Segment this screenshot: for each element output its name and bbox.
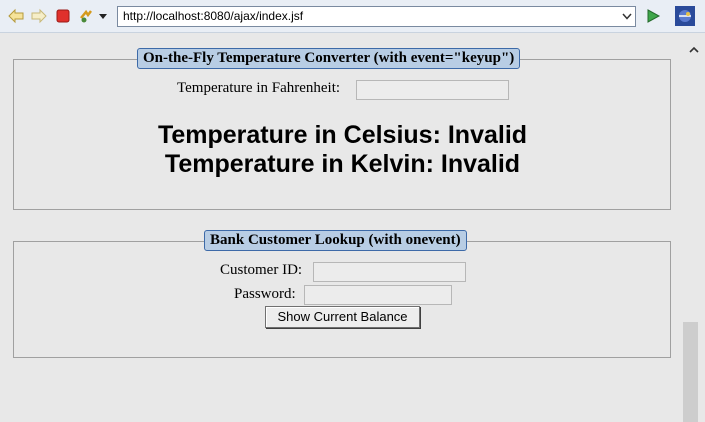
show-balance-button[interactable]: Show Current Balance xyxy=(265,306,420,328)
back-arrow-icon[interactable] xyxy=(8,8,24,24)
bank-legend: Bank Customer Lookup (with onevent) xyxy=(204,230,467,251)
go-play-icon[interactable] xyxy=(645,8,661,24)
stop-icon[interactable] xyxy=(55,8,71,24)
fahrenheit-label: Temperature in Fahrenheit: xyxy=(177,80,341,96)
page-content: On-the-Fly Temperature Converter (with e… xyxy=(0,33,683,422)
scrollbar-thumb[interactable] xyxy=(683,322,698,422)
eclipse-icon[interactable] xyxy=(675,6,695,26)
refresh-icon[interactable] xyxy=(78,8,94,24)
url-bar[interactable]: http://localhost:8080/ajax/index.jsf xyxy=(117,6,636,27)
customer-id-label: Customer ID: xyxy=(220,262,303,278)
celsius-result: Temperature in Celsius: Invalid xyxy=(157,121,528,149)
url-text: http://localhost:8080/ajax/index.jsf xyxy=(123,9,304,23)
password-input[interactable] xyxy=(304,285,452,305)
fahrenheit-input[interactable] xyxy=(356,80,509,100)
customer-id-input[interactable] xyxy=(313,262,466,282)
temperature-legend: On-the-Fly Temperature Converter (with e… xyxy=(137,48,521,69)
forward-arrow-icon[interactable] xyxy=(31,8,47,24)
browser-toolbar: http://localhost:8080/ajax/index.jsf xyxy=(0,0,705,33)
bank-lookup-panel: Bank Customer Lookup (with onevent) Cust… xyxy=(13,230,671,358)
url-dropdown-icon[interactable] xyxy=(621,10,633,23)
chevron-down-icon[interactable] xyxy=(98,8,108,24)
password-label: Password: xyxy=(234,286,296,302)
scroll-up-chevron-icon[interactable] xyxy=(689,45,699,55)
vertical-scrollbar[interactable] xyxy=(683,33,705,422)
temperature-converter-panel: On-the-Fly Temperature Converter (with e… xyxy=(13,48,671,210)
kelvin-result: Temperature in Kelvin: Invalid xyxy=(164,150,521,178)
